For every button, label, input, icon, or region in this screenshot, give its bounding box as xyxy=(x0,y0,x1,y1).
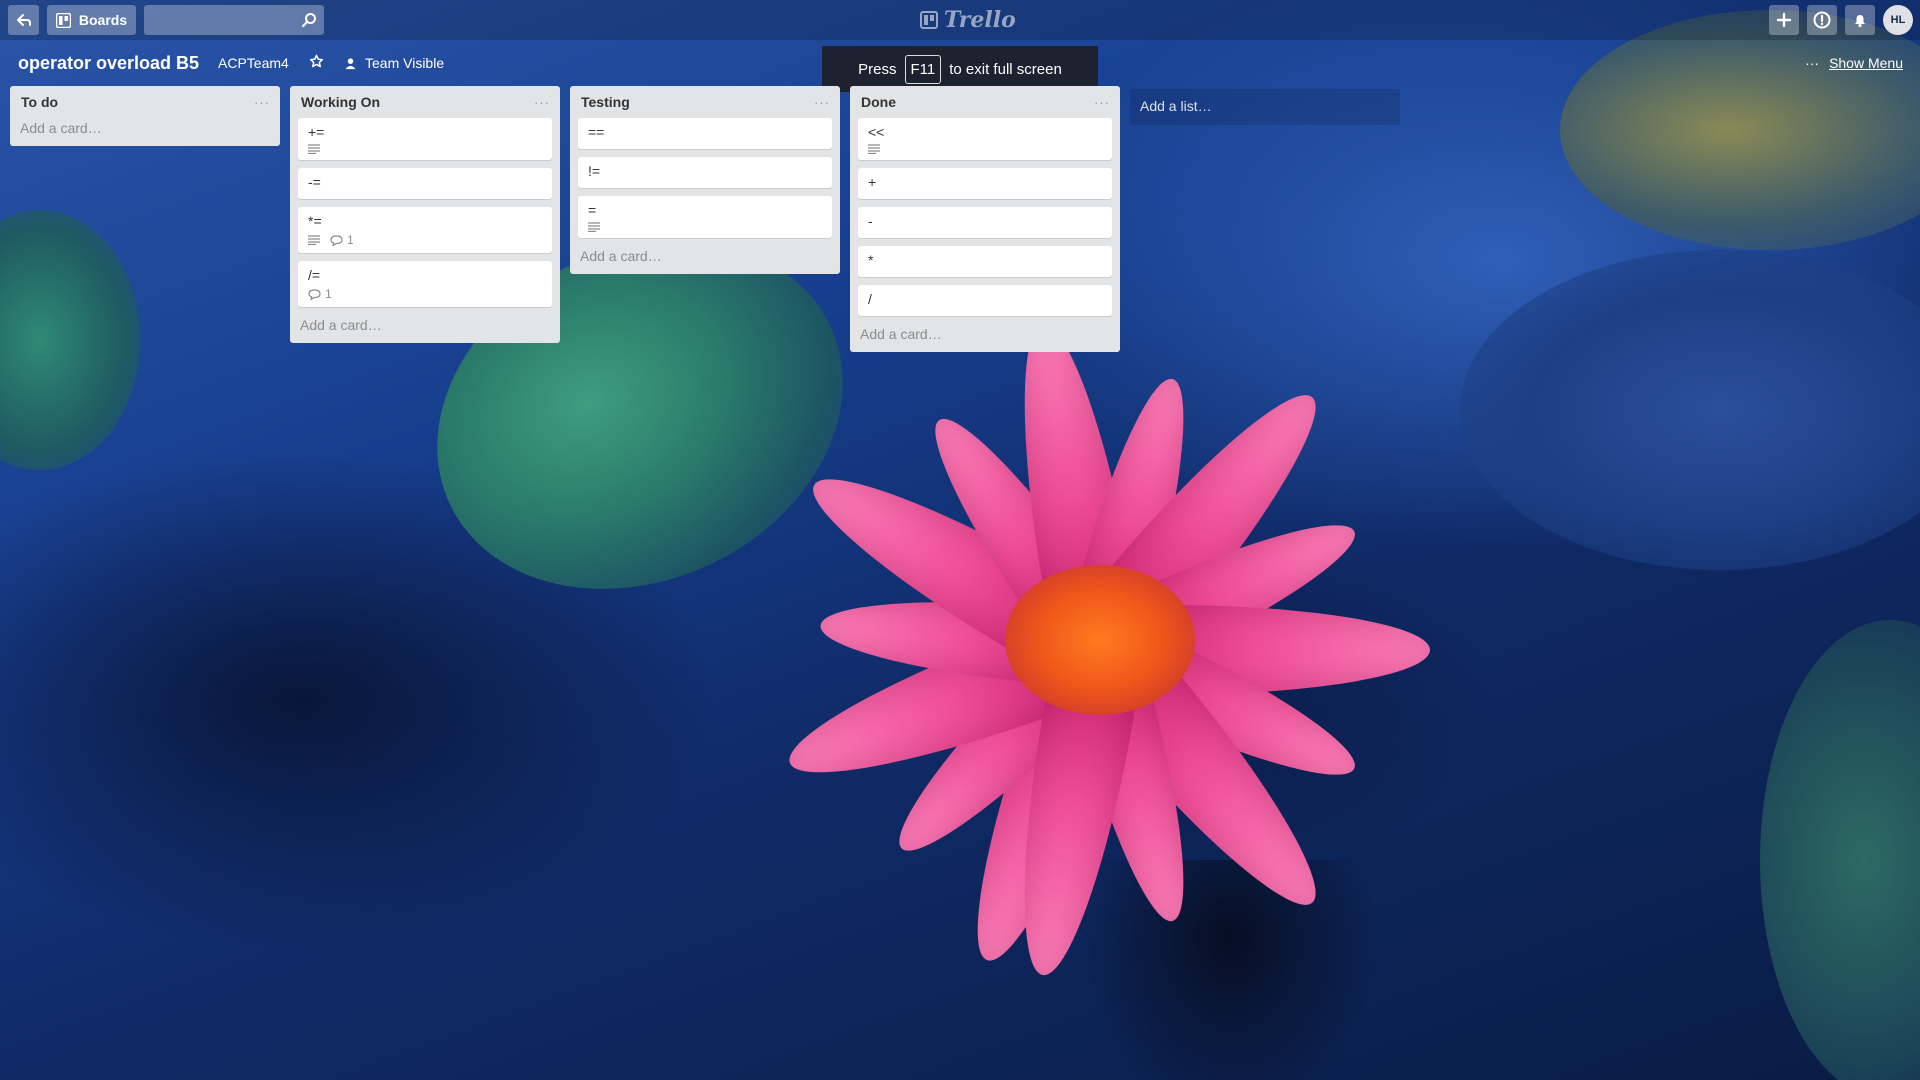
lotus-flower xyxy=(740,270,1460,1030)
card[interactable]: << xyxy=(858,118,1112,160)
lily-pad xyxy=(1760,620,1920,1080)
comment-count: 1 xyxy=(347,233,354,247)
description-icon xyxy=(868,144,880,154)
list-title[interactable]: To do xyxy=(21,94,58,110)
list-menu-icon[interactable]: ··· xyxy=(1094,95,1110,110)
card[interactable]: / xyxy=(858,285,1112,316)
card-title: = xyxy=(588,202,597,218)
comment-badge: 1 xyxy=(308,287,332,301)
visibility-button[interactable]: Team Visible xyxy=(344,55,444,71)
card-badges: 1 xyxy=(308,287,542,301)
card[interactable]: == xyxy=(578,118,832,149)
card-title: != xyxy=(588,163,601,179)
card-title: /= xyxy=(308,267,321,283)
f11-key: F11 xyxy=(904,54,942,84)
notice-post: to exit full screen xyxy=(949,60,1062,78)
card-title: -= xyxy=(308,174,321,190)
visibility-label: Team Visible xyxy=(365,55,445,71)
description-icon xyxy=(308,235,320,245)
card-title: - xyxy=(868,213,873,229)
list-menu-icon[interactable]: ··· xyxy=(534,95,550,110)
list-title[interactable]: Working On xyxy=(301,94,380,110)
add-card-button[interactable]: Add a card… xyxy=(18,118,272,138)
card-badges xyxy=(308,144,542,154)
bell-icon xyxy=(1855,15,1865,28)
boards-button[interactable]: Boards xyxy=(47,5,136,35)
logo-text: Trello xyxy=(944,7,1016,33)
list-header: Working On ··· xyxy=(298,86,552,118)
comment-icon xyxy=(330,234,343,246)
card[interactable]: + xyxy=(858,168,1112,199)
card[interactable]: = xyxy=(578,196,832,238)
plus-icon xyxy=(1776,12,1792,28)
card-title: * xyxy=(868,252,874,268)
info-button[interactable] xyxy=(1807,5,1837,35)
card[interactable]: /= 1 xyxy=(298,261,552,307)
team-icon xyxy=(345,57,356,69)
add-card-button[interactable]: Add a card… xyxy=(578,246,832,266)
trello-logo-icon xyxy=(920,11,938,29)
list-testing[interactable]: Testing ··· == != = Add a card… xyxy=(570,86,840,274)
show-menu-button[interactable]: ··· Show Menu xyxy=(1805,55,1903,71)
lotus-center xyxy=(1005,565,1195,715)
list-to-do[interactable]: To do ··· Add a card… xyxy=(10,86,280,146)
show-menu-label: Show Menu xyxy=(1829,55,1903,71)
top-header: Boards Trello HL xyxy=(0,0,1920,40)
card-title: << xyxy=(868,124,885,140)
add-button[interactable] xyxy=(1769,5,1799,35)
card-title: += xyxy=(308,124,325,140)
list-title[interactable]: Done xyxy=(861,94,896,110)
notice-pre: Press xyxy=(858,60,897,78)
card-title: / xyxy=(868,291,872,307)
card-title: == xyxy=(588,124,605,140)
description-icon xyxy=(308,144,320,154)
comment-count: 1 xyxy=(325,287,332,301)
ellipsis-icon: ··· xyxy=(1805,55,1820,71)
add-list-button[interactable]: Add a list… xyxy=(1130,89,1400,125)
list-header: Done ··· xyxy=(858,86,1112,118)
card[interactable]: *= 1 xyxy=(298,207,552,253)
list-menu-icon[interactable]: ··· xyxy=(814,95,830,110)
list-header: Testing ··· xyxy=(578,86,832,118)
card[interactable]: -= xyxy=(298,168,552,199)
list-title[interactable]: Testing xyxy=(581,94,630,110)
card[interactable]: != xyxy=(578,157,832,188)
card-badges: 1 xyxy=(308,233,542,247)
add-card-button[interactable]: Add a card… xyxy=(298,315,552,335)
card[interactable]: * xyxy=(858,246,1112,277)
avatar[interactable]: HL xyxy=(1883,5,1913,35)
comment-badge: 1 xyxy=(330,233,354,247)
lily-pad xyxy=(0,210,140,470)
card-title: + xyxy=(868,174,877,190)
team-name[interactable]: ACPTeam4 xyxy=(218,55,289,71)
notifications-button[interactable] xyxy=(1845,5,1875,35)
trello-logo[interactable]: Trello xyxy=(920,6,1016,34)
lily-pad xyxy=(1560,10,1920,250)
card-badges xyxy=(588,222,822,232)
add-card-button[interactable]: Add a card… xyxy=(858,324,1112,344)
card-badges xyxy=(868,144,1102,154)
back-button[interactable] xyxy=(8,5,39,35)
lily-pad xyxy=(1460,250,1920,570)
board-title[interactable]: operator overload B5 xyxy=(18,53,199,74)
list-working-on[interactable]: Working On ··· += -= *= 1 /= 1 Add a car… xyxy=(290,86,560,343)
info-icon xyxy=(1813,11,1831,29)
card[interactable]: += xyxy=(298,118,552,160)
card-title: *= xyxy=(308,213,322,229)
comment-icon xyxy=(308,288,321,300)
back-arrow-icon xyxy=(16,14,31,26)
search-icon[interactable] xyxy=(294,5,324,35)
description-icon xyxy=(588,222,600,232)
list-header: To do ··· xyxy=(18,86,272,118)
boards-label: Boards xyxy=(78,12,128,28)
star-icon[interactable] xyxy=(309,54,324,73)
list-menu-icon[interactable]: ··· xyxy=(254,95,270,110)
list-done[interactable]: Done ··· << + - * / Add a card… xyxy=(850,86,1120,352)
boards-icon xyxy=(55,12,71,28)
card[interactable]: - xyxy=(858,207,1112,238)
